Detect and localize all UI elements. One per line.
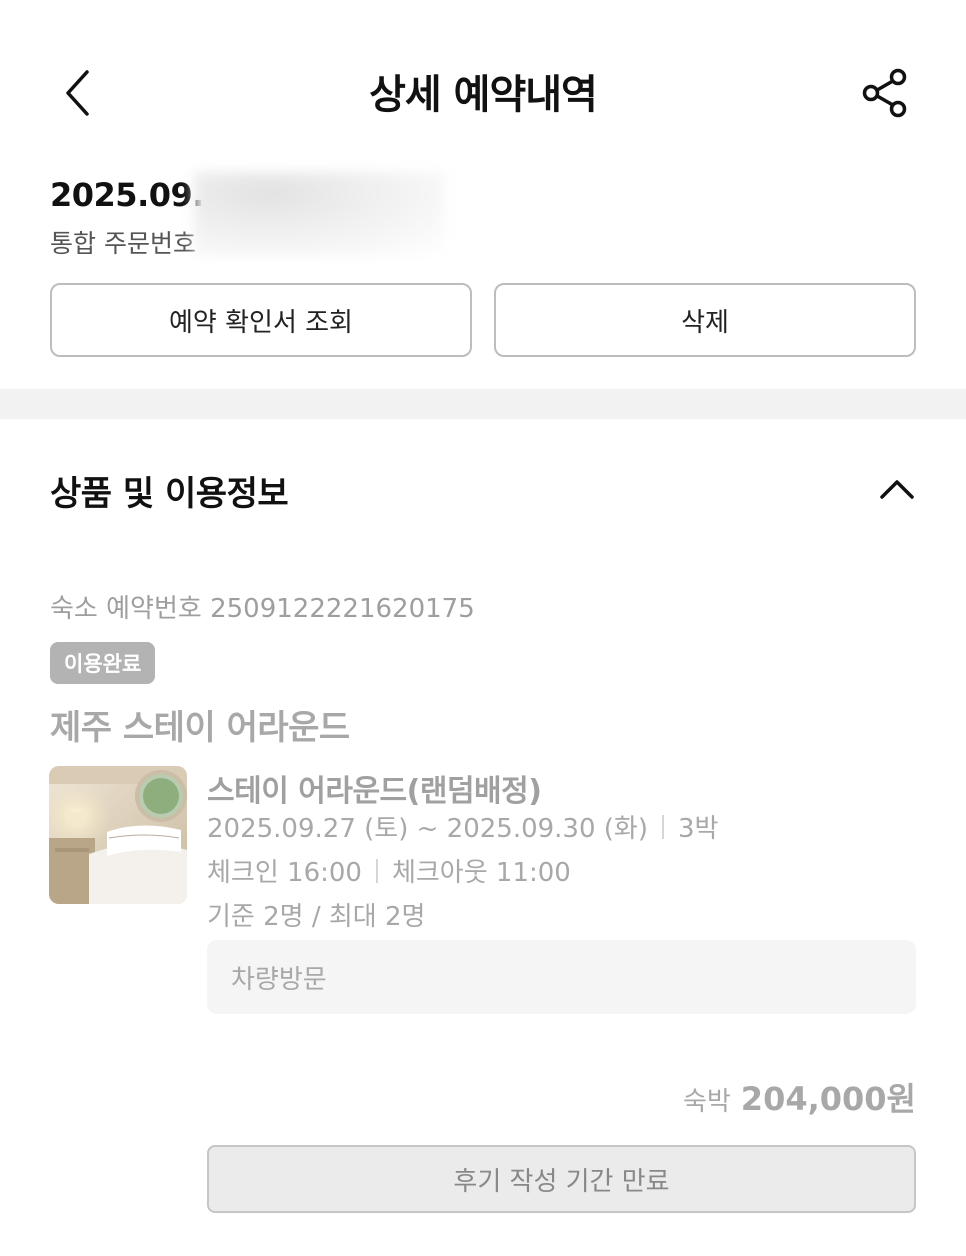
check-times-line: 체크인 16:00 체크아웃 11:00 — [207, 852, 571, 889]
nights-count: 3박 — [678, 814, 719, 844]
section-title: 상품 및 이용정보 — [50, 474, 289, 514]
price-label: 숙박 — [682, 1087, 731, 1117]
property-name[interactable]: 제주 스테이 어라운드 — [50, 700, 350, 749]
chevron-up-icon — [880, 480, 914, 499]
order-number-label: 통합 주문번호 — [50, 229, 196, 258]
price-value: 204,000원 — [740, 1080, 916, 1118]
visit-method: 차량방문 — [231, 964, 327, 995]
room-name: 스테이 어라운드(랜덤배정) — [207, 774, 542, 809]
reservation-number-label: 숙소 예약번호 — [50, 594, 202, 624]
page-title: 상세 예약내역 — [369, 72, 598, 118]
divider — [375, 858, 378, 883]
checkout-time: 체크아웃 11:00 — [391, 858, 571, 888]
redacted-area — [194, 172, 444, 256]
reservation-number: 숙소 예약번호 2509122221620175 — [50, 588, 475, 625]
collapse-button[interactable] — [872, 466, 922, 512]
order-date: 2025.09. — [50, 176, 204, 214]
checkin-time: 체크인 16:00 — [207, 858, 362, 888]
stay-dates: 2025.09.27 (토) ~ 2025.09.30 (화) — [207, 814, 648, 844]
reservation-number-value: 2509122221620175 — [210, 594, 475, 624]
section-divider — [0, 389, 966, 419]
top-bar: 상세 예약내역 — [0, 0, 966, 185]
stay-dates-line: 2025.09.27 (토) ~ 2025.09.30 (화) 3박 — [207, 808, 718, 845]
room-thumbnail[interactable] — [49, 766, 187, 904]
price-row: 숙박 204,000원 — [683, 1074, 916, 1120]
visit-method-box: 차량방문 — [207, 940, 916, 1014]
view-confirmation-button[interactable]: 예약 확인서 조회 — [50, 283, 472, 357]
share-button[interactable] — [852, 60, 918, 126]
room-photo — [49, 766, 187, 904]
share-icon — [862, 68, 907, 118]
delete-button[interactable]: 삭제 — [494, 283, 916, 357]
review-expired-button[interactable]: 후기 작성 기간 만료 — [207, 1145, 916, 1213]
capacity: 기준 2명 / 최대 2명 — [207, 902, 426, 932]
status-badge: 이용완료 — [50, 642, 156, 684]
divider — [662, 814, 664, 839]
